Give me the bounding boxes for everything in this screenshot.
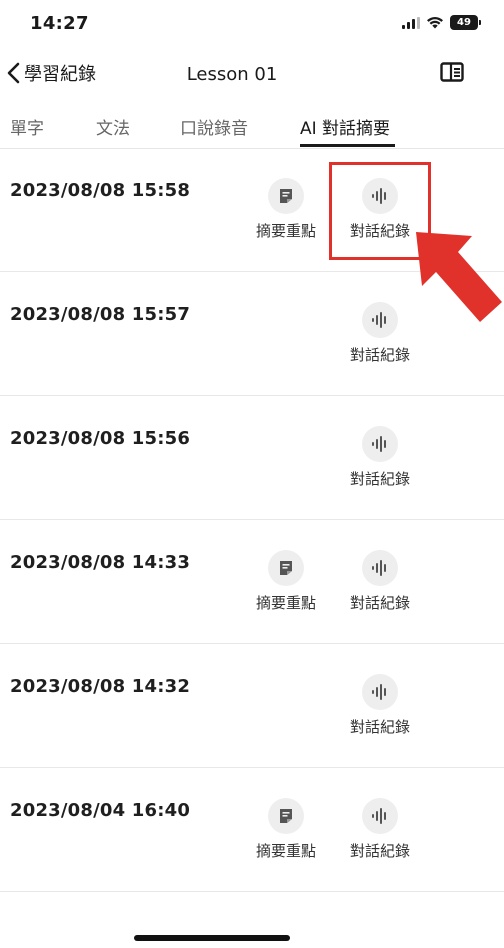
record-datetime: 2023/08/08 14:33 bbox=[10, 552, 191, 573]
summary-button[interactable]: 摘要重點 bbox=[248, 798, 324, 861]
summary-label: 摘要重點 bbox=[255, 594, 316, 612]
record-datetime: 2023/08/08 15:56 bbox=[10, 428, 191, 449]
record-label: 對話紀錄 bbox=[349, 842, 410, 860]
status-icons: 49 bbox=[402, 15, 481, 30]
audio-wave-icon bbox=[372, 312, 386, 328]
record-row: 2023/08/04 16:40 摘要重點 對話紀錄 bbox=[0, 768, 504, 892]
home-indicator bbox=[134, 935, 290, 941]
summary-button[interactable]: 摘要重點 bbox=[248, 550, 324, 613]
tab-grammar[interactable]: 文法 bbox=[96, 114, 130, 139]
record-label: 對話紀錄 bbox=[349, 346, 410, 364]
record-datetime: 2023/08/04 16:40 bbox=[10, 800, 191, 821]
conversation-record-button[interactable]: 對話紀錄 bbox=[342, 302, 418, 365]
status-bar: 14:27 49 bbox=[0, 0, 504, 44]
summary-icon-circle bbox=[268, 178, 304, 214]
battery-icon: 49 bbox=[450, 15, 481, 30]
record-datetime: 2023/08/08 15:58 bbox=[10, 180, 191, 201]
tab-vocabulary[interactable]: 單字 bbox=[10, 114, 44, 139]
conversation-record-button[interactable]: 對話紀錄 bbox=[342, 798, 418, 861]
status-time: 14:27 bbox=[30, 13, 89, 34]
record-label: 對話紀錄 bbox=[349, 594, 410, 612]
summary-label: 摘要重點 bbox=[255, 222, 316, 240]
summary-icon-circle bbox=[268, 550, 304, 586]
audio-wave-icon bbox=[372, 808, 386, 824]
note-icon bbox=[280, 189, 292, 203]
record-row: 2023/08/08 14:33 摘要重點 對話紀錄 bbox=[0, 520, 504, 644]
tab-speaking-recordings[interactable]: 口說錄音 bbox=[180, 114, 248, 139]
record-datetime: 2023/08/08 15:57 bbox=[10, 304, 191, 325]
side-panel-icon bbox=[440, 62, 464, 82]
summary-button[interactable]: 摘要重點 bbox=[248, 178, 324, 241]
record-datetime: 2023/08/08 14:32 bbox=[10, 676, 191, 697]
record-label: 對話紀錄 bbox=[349, 718, 410, 736]
audio-wave-icon bbox=[372, 560, 386, 576]
battery-level: 49 bbox=[457, 17, 471, 28]
record-row: 2023/08/08 15:56 對話紀錄 bbox=[0, 396, 504, 520]
audio-wave-icon bbox=[372, 436, 386, 452]
red-arrow-icon bbox=[416, 232, 502, 322]
summary-icon-circle bbox=[268, 798, 304, 834]
record-icon-circle bbox=[362, 426, 398, 462]
navigation-bar: 學習紀錄 Lesson 01 bbox=[0, 56, 504, 96]
conversation-record-button[interactable]: 對話紀錄 bbox=[342, 426, 418, 489]
record-row: 2023/08/08 14:32 對話紀錄 bbox=[0, 644, 504, 768]
audio-wave-icon bbox=[372, 684, 386, 700]
conversation-record-button[interactable]: 對話紀錄 bbox=[342, 550, 418, 613]
record-icon-circle bbox=[362, 550, 398, 586]
record-icon-circle bbox=[362, 798, 398, 834]
panel-toggle-button[interactable] bbox=[440, 62, 464, 86]
note-icon bbox=[280, 561, 292, 575]
page-title: Lesson 01 bbox=[186, 64, 278, 85]
note-icon bbox=[280, 809, 292, 823]
record-icon-circle bbox=[362, 302, 398, 338]
record-label: 對話紀錄 bbox=[349, 470, 410, 488]
tab-ai-summary[interactable]: AI 對話摘要 bbox=[300, 114, 390, 139]
record-icon-circle bbox=[362, 674, 398, 710]
tab-bar: 單字 文法 口說錄音 AI 對話摘要 bbox=[0, 106, 504, 149]
signal-icon bbox=[402, 16, 420, 29]
wifi-icon bbox=[427, 16, 443, 29]
summary-label: 摘要重點 bbox=[255, 842, 316, 860]
conversation-record-button[interactable]: 對話紀錄 bbox=[342, 674, 418, 737]
active-tab-indicator bbox=[300, 144, 395, 147]
